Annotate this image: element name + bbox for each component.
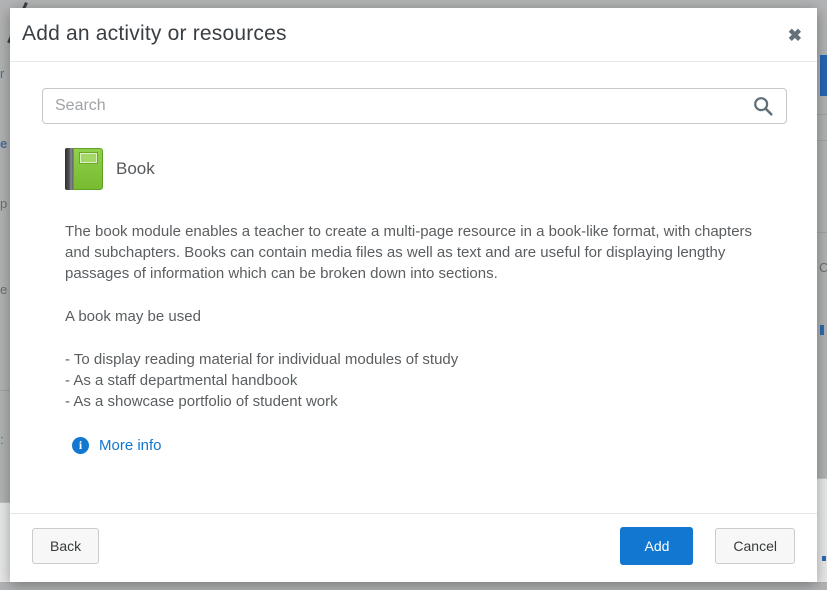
- modal-body: Book The book module enables a teacher t…: [10, 62, 817, 513]
- module-description: The book module enables a teacher to cre…: [65, 221, 777, 284]
- usage-list: - To display reading material for indivi…: [65, 349, 777, 412]
- more-info-label: More info: [99, 437, 162, 454]
- module-help-section: Book The book module enables a teacher t…: [10, 148, 817, 454]
- background-link-fragment: [822, 556, 826, 561]
- add-button[interactable]: Add: [620, 527, 693, 565]
- background-panel-fragment: [817, 478, 827, 582]
- modal-header: Add an activity or resources ✖: [10, 8, 817, 62]
- background-text-fragment: C: [819, 260, 827, 275]
- info-icon: i: [72, 437, 89, 454]
- modal-title: Add an activity or resources: [22, 22, 803, 46]
- background-divider-fragment: [0, 390, 10, 391]
- background-link-fragment: :: [0, 432, 4, 447]
- cancel-button[interactable]: Cancel: [715, 528, 795, 564]
- usage-list-item: - As a staff departmental handbook: [65, 370, 777, 391]
- close-icon[interactable]: ✖: [786, 25, 804, 46]
- book-icon: [65, 148, 103, 190]
- background-divider-fragment: [817, 140, 827, 141]
- more-info-link[interactable]: i More info: [72, 437, 162, 454]
- background-text-fragment: e: [0, 282, 7, 297]
- background-text-fragment: p: [0, 196, 7, 211]
- background-link-fragment: e: [0, 136, 7, 151]
- module-heading: Book: [65, 148, 777, 190]
- background-divider-fragment: [817, 114, 827, 115]
- usage-intro: A book may be used: [65, 306, 777, 327]
- search-container: [42, 88, 787, 124]
- background-button-fragment: [820, 55, 827, 96]
- background-link-fragment: [820, 325, 824, 335]
- add-activity-modal: Add an activity or resources ✖ Book The …: [10, 8, 817, 582]
- modal-footer: Back Add Cancel: [10, 513, 817, 582]
- back-button[interactable]: Back: [32, 528, 99, 564]
- background-link-fragment: r: [0, 66, 4, 81]
- background-panel-fragment: [0, 502, 10, 582]
- usage-list-item: - To display reading material for indivi…: [65, 349, 777, 370]
- module-name: Book: [116, 159, 155, 179]
- search-input[interactable]: [42, 88, 787, 124]
- background-divider-fragment: [817, 232, 827, 233]
- usage-list-item: - As a showcase portfolio of student wor…: [65, 391, 777, 412]
